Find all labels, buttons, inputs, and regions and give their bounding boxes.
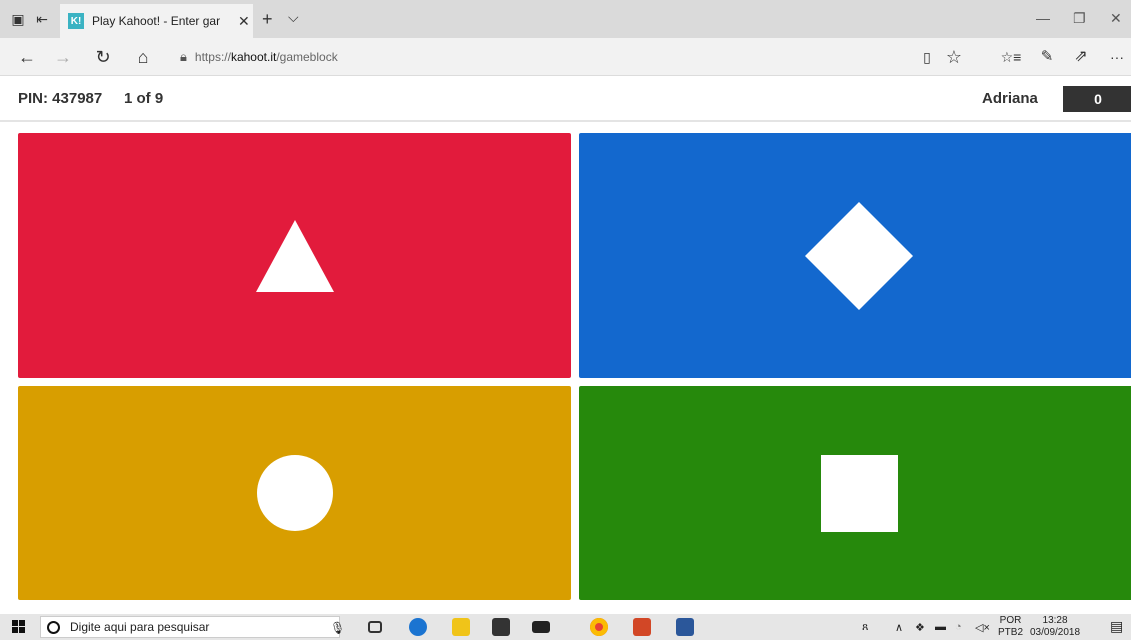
home-button[interactable]: ⌂ bbox=[132, 46, 154, 68]
tab-preview-chevron-icon[interactable]: ⌵ bbox=[288, 9, 299, 26]
browser-toolbar: ← → ↻ ⌂ 🔒︎ https://kahoot.it/gameblock ▯… bbox=[0, 38, 1131, 76]
edge-browser-icon[interactable] bbox=[409, 618, 427, 636]
lock-icon: 🔒︎ bbox=[180, 49, 187, 64]
answer-diamond-button[interactable] bbox=[579, 133, 1131, 378]
answer-triangle-button[interactable] bbox=[18, 133, 571, 378]
task-view-icon[interactable] bbox=[368, 621, 382, 633]
browser-tab-strip: ▣ ⇤ K! Play Kahoot! - Enter gar ✕ + ⌵ — … bbox=[0, 0, 1131, 38]
tab-title: Play Kahoot! - Enter gar bbox=[92, 14, 221, 28]
refresh-button[interactable]: ↻ bbox=[92, 46, 114, 68]
battery-icon[interactable]: ▬ bbox=[935, 621, 946, 633]
mail-icon[interactable] bbox=[532, 621, 550, 633]
question-counter: 1 of 9 bbox=[124, 90, 164, 107]
close-window-button[interactable]: ✕ bbox=[1110, 10, 1122, 27]
powerpoint-icon[interactable] bbox=[633, 618, 651, 636]
windows-start-icon[interactable] bbox=[12, 620, 26, 634]
player-name: Adriana bbox=[982, 90, 1038, 107]
score-badge: 0 bbox=[1063, 86, 1131, 112]
url-text: https://kahoot.it/gameblock bbox=[194, 50, 338, 64]
share-icon[interactable]: ⇗ bbox=[1070, 46, 1092, 68]
dropbox-icon[interactable]: ❖ bbox=[915, 621, 925, 634]
language-indicator[interactable]: POR PTB2 bbox=[998, 615, 1023, 639]
minimize-button[interactable]: — bbox=[1036, 10, 1050, 26]
forward-button[interactable]: → bbox=[52, 46, 74, 68]
taskbar-search-box[interactable]: Digite aqui para pesquisar bbox=[40, 616, 340, 638]
back-button[interactable]: ← bbox=[16, 46, 38, 68]
kahoot-favicon-icon: K! bbox=[68, 13, 84, 29]
triangle-icon bbox=[255, 219, 334, 292]
notification-center-icon[interactable]: ▤ bbox=[1110, 618, 1123, 635]
chrome-icon[interactable] bbox=[590, 618, 608, 636]
game-pin: PIN: 437987 bbox=[18, 90, 103, 107]
address-bar[interactable]: 🔒︎ https://kahoot.it/gameblock bbox=[176, 44, 906, 70]
restore-button[interactable]: ❐ bbox=[1073, 10, 1086, 27]
game-header: PIN: 437987 1 of 9 Adriana 0 bbox=[0, 77, 1131, 122]
windows-taskbar: Digite aqui para pesquisar 🎙︎ ጸ ∧ ❖ ▬ ◔ … bbox=[0, 614, 1131, 640]
reading-view-icon[interactable]: ▯ bbox=[916, 46, 938, 68]
browser-tab-kahoot[interactable]: K! Play Kahoot! - Enter gar ✕ bbox=[60, 4, 253, 38]
square-icon bbox=[820, 454, 898, 532]
search-placeholder: Digite aqui para pesquisar bbox=[70, 620, 210, 634]
favorites-hub-icon[interactable]: ☆≡ bbox=[1000, 46, 1022, 68]
taskbar-clock[interactable]: 13:28 03/09/2018 bbox=[1030, 615, 1080, 639]
word-icon[interactable] bbox=[676, 618, 694, 636]
show-hidden-icons-icon[interactable]: ∧ bbox=[895, 621, 903, 634]
more-icon[interactable]: ··· bbox=[1106, 46, 1128, 68]
microphone-icon[interactable]: 🎙︎ bbox=[330, 621, 345, 635]
favorite-star-icon[interactable]: ☆ bbox=[943, 46, 965, 68]
answer-circle-button[interactable] bbox=[18, 386, 571, 600]
circle-icon bbox=[256, 455, 333, 531]
volume-muted-icon[interactable]: ◁× bbox=[975, 621, 990, 634]
tab-actions-icon[interactable]: ▣ bbox=[8, 9, 28, 29]
file-explorer-icon[interactable] bbox=[452, 618, 470, 636]
wifi-icon[interactable]: ◔ bbox=[955, 621, 962, 633]
set-aside-tabs-icon[interactable]: ⇤ bbox=[32, 9, 52, 29]
web-notes-icon[interactable]: ✎ bbox=[1036, 46, 1058, 68]
store-icon[interactable] bbox=[492, 618, 510, 636]
close-tab-icon[interactable]: ✕ bbox=[238, 13, 250, 30]
people-icon[interactable]: ጸ bbox=[862, 621, 868, 634]
cortana-icon bbox=[47, 620, 60, 634]
answer-square-button[interactable] bbox=[579, 386, 1131, 600]
diamond-icon bbox=[805, 201, 913, 310]
new-tab-button[interactable]: + bbox=[262, 9, 273, 30]
